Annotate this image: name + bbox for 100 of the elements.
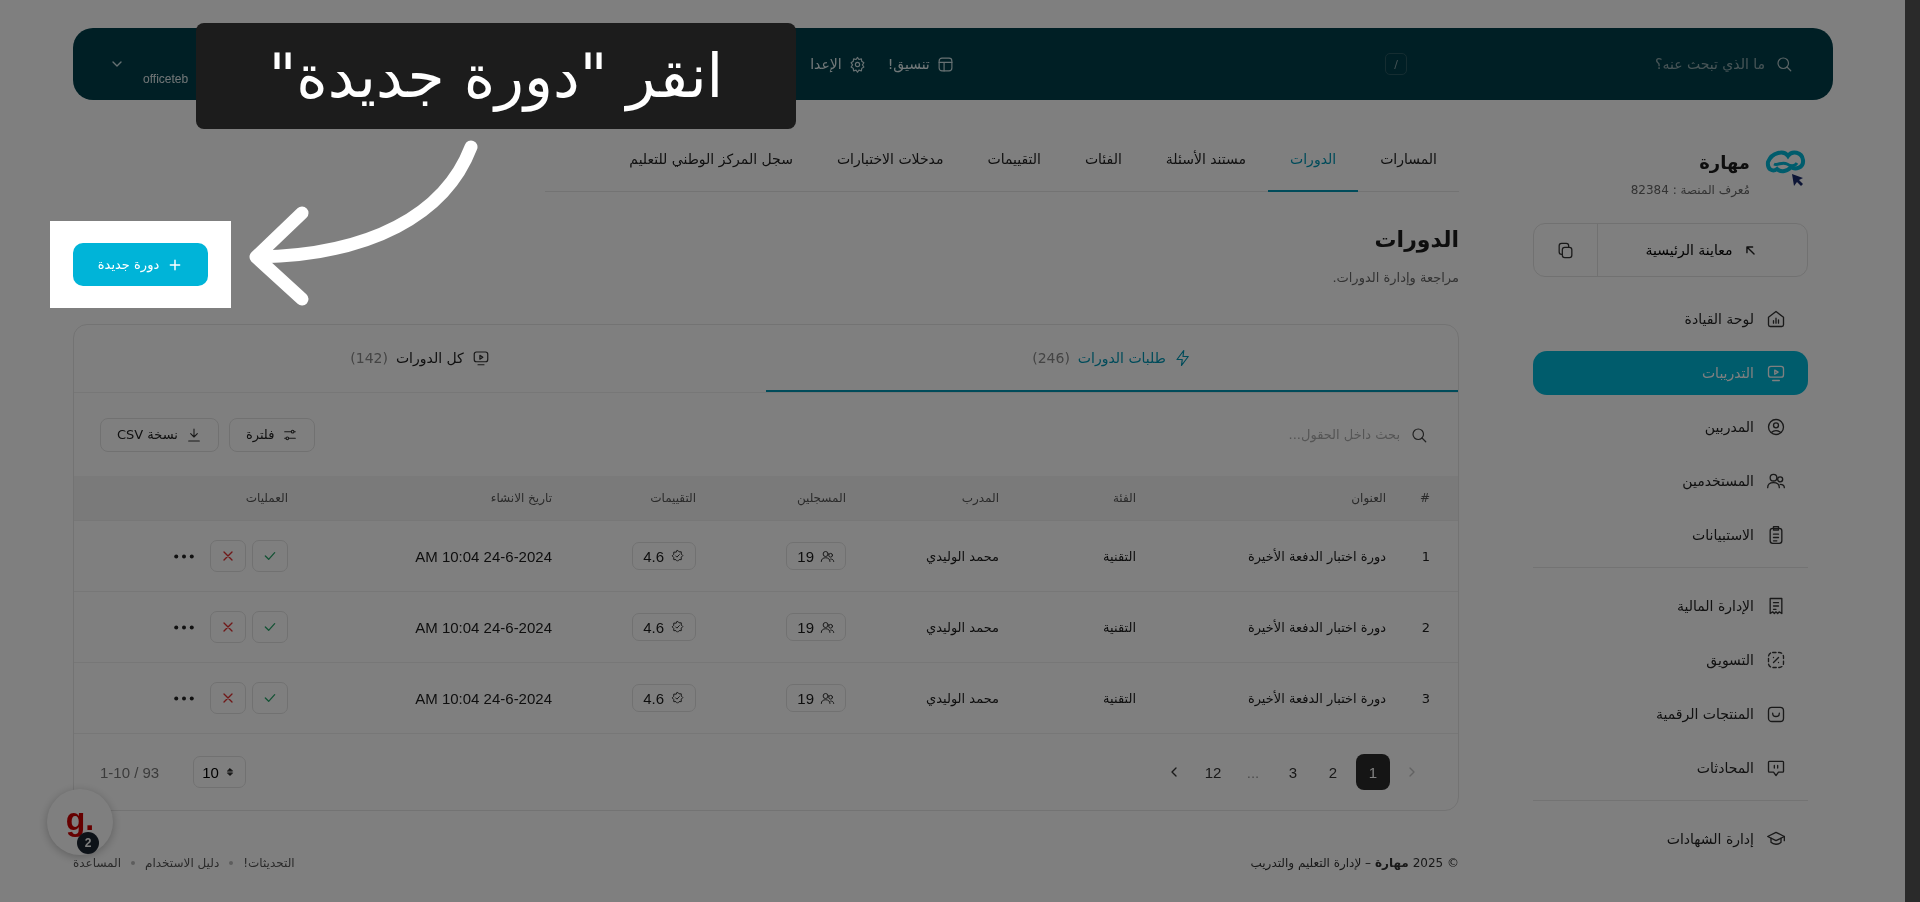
sidebar-item[interactable]: الإدارة المالية <box>1533 584 1808 628</box>
nav-tab[interactable]: سجل المركز الوطني للتعليم <box>607 128 815 192</box>
table-cell-text: AM 10:04 24-6-2024 <box>414 547 552 565</box>
sidebar-item[interactable]: إدارة الشهادات <box>1533 817 1808 861</box>
nav-tab[interactable]: الفئات <box>1062 128 1144 192</box>
footer-link[interactable]: المساعدة <box>73 856 122 870</box>
top-link[interactable]: تنسيق! <box>887 56 930 72</box>
column-header: الفئة <box>1111 491 1136 505</box>
page-button[interactable]: 2 <box>1316 754 1350 790</box>
nav-tab[interactable]: التقييمات <box>965 128 1063 192</box>
reject-button[interactable] <box>210 611 246 643</box>
top-link[interactable]: الإعدا <box>810 56 842 72</box>
column-header: المسجلين <box>795 491 846 505</box>
sidebar-item[interactable]: لوحة القيادة <box>1533 297 1808 341</box>
approve-button[interactable] <box>252 682 288 714</box>
enrolled-count: 19 <box>786 613 846 641</box>
table-cell-text: التقنية <box>1102 548 1136 564</box>
column-header: تاريخ الانشاء <box>489 491 552 505</box>
dashboard-icon <box>1766 309 1786 329</box>
table-cell-text: التقنية <box>1102 619 1136 635</box>
reject-button[interactable] <box>210 682 246 714</box>
table-cell-text: التقنية <box>1102 690 1136 706</box>
tour-hint: انقر "دورة جديدة" <box>196 23 796 129</box>
more-button[interactable] <box>174 624 194 630</box>
reject-button[interactable] <box>210 540 246 572</box>
new-course-button[interactable]: دورة جديدة <box>73 243 208 286</box>
rating-badge: 4.6 <box>632 542 696 570</box>
table-cell-text: AM 10:04 24-6-2024 <box>414 618 552 636</box>
table-cell-text: دورة اختبار الدفعة الأخيرة <box>1246 690 1386 706</box>
export-button[interactable]: نسخة CSV <box>100 417 219 452</box>
column-header: التقييمات <box>649 491 696 505</box>
brand-name: مهارة <box>1698 152 1750 173</box>
users-icon <box>820 548 835 564</box>
search-icon <box>1410 425 1428 444</box>
sidebar-item[interactable]: المدربين <box>1533 405 1808 449</box>
sidebar-item[interactable]: المحادثات <box>1533 746 1808 790</box>
chat-bubble-icon <box>1766 758 1786 778</box>
user-circle-icon <box>1766 417 1786 437</box>
table-cell-text: محمد الوليدي <box>925 548 999 564</box>
more-button[interactable] <box>174 695 194 701</box>
column-header: العمليات <box>244 491 288 505</box>
seal-icon <box>670 619 685 635</box>
lightning-icon <box>1173 348 1192 367</box>
shortcut-key: / <box>1385 53 1407 75</box>
page-button[interactable]: 3 <box>1276 754 1310 790</box>
dots-icon <box>174 695 194 701</box>
bag-icon <box>1766 704 1786 724</box>
page-subtitle: مراجعة وإدارة الدورات. <box>1332 270 1459 285</box>
nav-tab[interactable]: مستند الأسئلة <box>1143 128 1269 192</box>
page-button[interactable]: 1 <box>1356 754 1390 790</box>
nav-tab[interactable]: مدخلات الاختبارات <box>814 128 966 192</box>
approve-button[interactable] <box>252 540 288 572</box>
page-title: الدورات <box>1373 227 1459 252</box>
column-header: المدرب <box>960 491 999 505</box>
approve-button[interactable] <box>252 611 288 643</box>
filter-button[interactable]: فلترة <box>228 417 316 452</box>
sidebar-item[interactable]: الاستبيانات <box>1533 513 1808 557</box>
layout-icon <box>936 55 954 73</box>
table-cell-text: 2 <box>1420 619 1430 635</box>
monitor-play-icon <box>471 348 490 367</box>
preview-button[interactable]: معاينة الرئيسية <box>1533 223 1808 277</box>
nav-tab[interactable]: المسارات <box>1358 128 1459 192</box>
ellipsis: ... <box>1245 762 1261 783</box>
dots-icon <box>174 553 194 559</box>
nav-tab[interactable]: الدورات <box>1268 128 1359 192</box>
footer-link[interactable]: التحديثات! <box>243 856 295 870</box>
page-range: 1-10 / 93 <box>100 763 160 781</box>
dots-icon <box>174 624 194 630</box>
users-icon <box>1766 471 1786 491</box>
scrollbar[interactable] <box>1905 0 1920 902</box>
seal-icon <box>670 548 685 564</box>
page-button[interactable]: 12 <box>1196 754 1230 790</box>
monitor-play-icon <box>1766 363 1786 383</box>
column-header: # <box>1418 491 1430 505</box>
rating-badge: 4.6 <box>632 613 696 641</box>
sidebar-item[interactable]: المستخدمين <box>1533 459 1808 503</box>
percent-icon <box>1766 650 1786 670</box>
users-icon <box>820 690 835 706</box>
page-size-select[interactable]: 10 <box>193 756 246 788</box>
rating-badge: 4.6 <box>632 684 696 712</box>
download-icon <box>185 426 202 443</box>
table-cell-text: محمد الوليدي <box>925 690 999 706</box>
enrolled-count: 19 <box>786 542 846 570</box>
users-icon <box>820 619 835 635</box>
platform-id: مُعرف المنصة : 82384 <box>1630 183 1750 197</box>
sidebar-item[interactable]: المنتجات الرقمية <box>1533 692 1808 736</box>
sidebar-item[interactable]: التسويق <box>1533 638 1808 682</box>
table-cell-text: AM 10:04 24-6-2024 <box>414 689 552 707</box>
table-cell-text: 1 <box>1420 548 1430 564</box>
gear-icon <box>848 55 866 73</box>
more-button[interactable] <box>174 553 194 559</box>
user-email: officeteb <box>143 72 189 86</box>
table-cell-text: 3 <box>1420 690 1430 706</box>
search-icon <box>1775 55 1793 73</box>
footer-link[interactable]: دليل الاستخدام <box>145 856 220 870</box>
table-cell-text: دورة اختبار الدفعة الأخيرة <box>1246 619 1386 635</box>
table-cell-text: دورة اختبار الدفعة الأخيرة <box>1246 548 1386 564</box>
column-header: العنوان <box>1350 491 1386 505</box>
seal-icon <box>670 690 685 706</box>
enrolled-count: 19 <box>786 684 846 712</box>
